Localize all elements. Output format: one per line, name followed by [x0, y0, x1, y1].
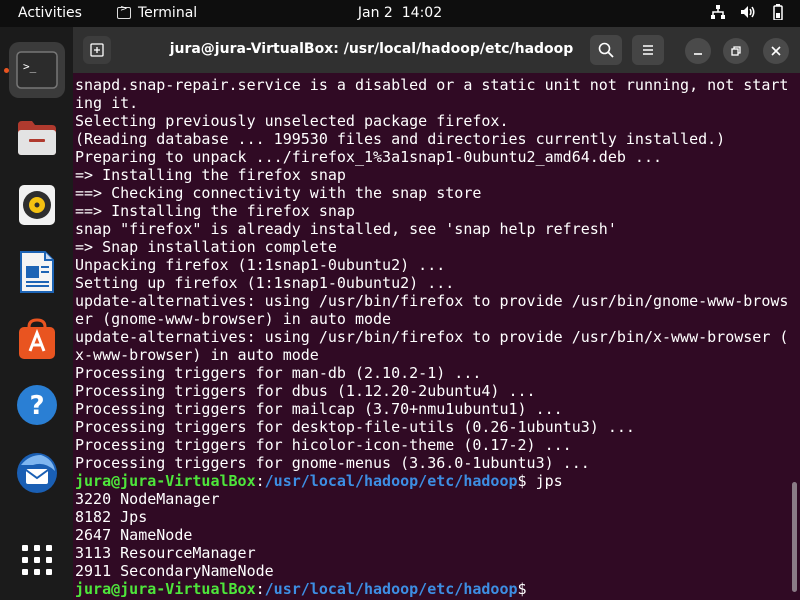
battery-icon [773, 4, 783, 20]
terminal-line: Processing triggers for mailcap (3.70+nm… [75, 400, 563, 418]
dock-writer[interactable] [9, 244, 65, 300]
app-menu-label: Terminal [138, 5, 198, 21]
terminal-line: update-alternatives: using /usr/bin/fire… [75, 292, 788, 310]
title-bar[interactable]: jura@jura-VirtualBox: /usr/local/hadoop/… [73, 27, 800, 73]
hamburger-menu-icon [643, 45, 653, 55]
search-icon [598, 42, 614, 58]
prompt-user-host: jura@jura-VirtualBox [75, 580, 256, 598]
close-icon [771, 46, 781, 56]
writer-icon [20, 251, 54, 293]
top-bar: Activities Terminal Jan 2 14:02 [0, 0, 800, 27]
terminal-line: x-www-browser) in auto mode [75, 346, 319, 364]
terminal-line: Selecting previously unselected package … [75, 112, 509, 130]
restore-icon [731, 46, 741, 56]
minimize-button[interactable] [685, 38, 711, 64]
close-button[interactable] [763, 38, 789, 64]
maximize-button[interactable] [723, 38, 749, 64]
jps-process-line: 2911 SecondaryNameNode [75, 562, 274, 580]
active-prompt-line[interactable]: jura@jura-VirtualBox:/usr/local/hadoop/e… [75, 580, 788, 598]
svg-text:?: ? [29, 391, 44, 421]
jps-output: 3220 NodeManager 8182 Jps 2647 NameNode 311… [75, 490, 788, 580]
terminal-line: Processing triggers for man-db (2.10.2-1… [75, 364, 482, 382]
prompt-line: jura@jura-VirtualBox:/usr/local/hadoop/e… [75, 472, 788, 490]
terminal-output[interactable]: snapd.snap-repair.service is a disabled … [73, 73, 788, 600]
terminal-line: snapd.snap-repair.service is a disabled … [75, 76, 788, 94]
dock-show-applications[interactable] [9, 532, 65, 588]
dock-rhythmbox[interactable] [9, 177, 65, 233]
menu-button[interactable] [632, 35, 664, 65]
dock-help[interactable]: ? [9, 377, 65, 433]
prompt-path: /usr/local/hadoop/etc/hadoop [264, 472, 518, 490]
scrollbar[interactable] [792, 482, 797, 592]
terminal-icon: >_ [16, 51, 58, 89]
dock-thunderbird[interactable] [9, 445, 65, 501]
jps-process-line: 8182 Jps [75, 508, 148, 526]
date-label: Jan 2 [357, 5, 393, 21]
terminal-line: Setting up firefox (1:1snap1-0ubuntu2) .… [75, 274, 455, 292]
minimize-icon [694, 53, 702, 55]
prompt-colon: : [255, 472, 265, 490]
running-indicator [4, 68, 9, 73]
activities-button[interactable]: Activities [18, 5, 82, 21]
svg-text:>_: >_ [23, 60, 37, 73]
terminal-line: Processing triggers for desktop-file-uti… [75, 418, 635, 436]
app-grid-icon [22, 545, 52, 575]
terminal-icon [117, 4, 131, 19]
system-tray[interactable] [710, 4, 786, 20]
terminal-line: (Reading database ... 199530 files and d… [75, 130, 726, 148]
dock: >_ ? [0, 27, 73, 600]
terminal-line: snap "firefox" is already installed, see… [75, 220, 617, 238]
terminal-line: Preparing to unpack .../firefox_1%3a1sna… [75, 148, 662, 166]
search-button[interactable] [590, 35, 622, 65]
install-log: snapd.snap-repair.service is a disabled … [75, 76, 788, 472]
prompt-path: /usr/local/hadoop/etc/hadoop [264, 580, 518, 598]
dock-software[interactable] [9, 311, 65, 367]
terminal-line: ==> Installing the firefox snap [75, 202, 355, 220]
prompt-user-host: jura@jura-VirtualBox [75, 472, 256, 490]
files-icon [18, 121, 56, 155]
help-icon: ? [17, 385, 57, 425]
terminal-line: Unpacking firefox (1:1snap1-0ubuntu2) ..… [75, 256, 446, 274]
network-icon [711, 5, 725, 19]
jps-process-line: 3220 NodeManager [75, 490, 220, 508]
command-text: jps [526, 472, 563, 490]
prompt-colon: : [255, 580, 265, 598]
time-label: 14:02 [401, 5, 443, 21]
prompt-dollar: $ [517, 580, 527, 598]
terminal-line: Processing triggers for dbus (1.12.20-2u… [75, 382, 536, 400]
software-icon [19, 318, 55, 359]
terminal-line: => Installing the firefox snap [75, 166, 346, 184]
app-menu[interactable]: Terminal [117, 4, 198, 21]
terminal-line: Processing triggers for gnome-menus (3.3… [75, 454, 590, 472]
terminal-window: jura@jura-VirtualBox: /usr/local/hadoop/… [73, 27, 800, 600]
volume-icon [741, 6, 755, 18]
clock-button[interactable]: Jan 2 14:02 [358, 5, 442, 21]
dock-terminal[interactable]: >_ [4, 42, 65, 98]
rhythmbox-icon [19, 185, 55, 225]
terminal-line: er (gnome-www-browser) in auto mode [75, 310, 392, 328]
terminal-line: ing it. [75, 94, 139, 112]
prompt-dollar: $ [517, 472, 527, 490]
jps-process-line: 2647 NameNode [75, 526, 193, 544]
terminal-line: => Snap installation complete [75, 238, 337, 256]
terminal-line: update-alternatives: using /usr/bin/fire… [75, 328, 788, 346]
terminal-line: Processing triggers for hicolor-icon-the… [75, 436, 572, 454]
jps-process-line: 3113 ResourceManager [75, 544, 256, 562]
thunderbird-icon [17, 453, 57, 493]
terminal-line: ==> Checking connectivity with the snap … [75, 184, 482, 202]
window-title: jura@jura-VirtualBox: /usr/local/hadoop/… [169, 41, 574, 57]
dock-files[interactable] [9, 109, 65, 165]
